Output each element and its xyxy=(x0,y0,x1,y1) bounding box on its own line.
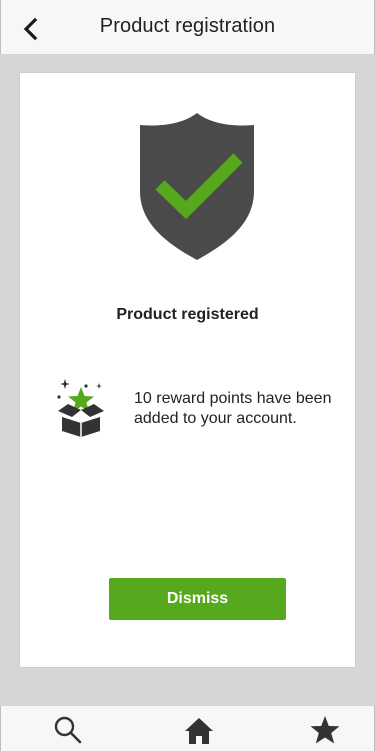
gift-box-star-icon xyxy=(57,379,104,437)
star-icon xyxy=(310,716,340,744)
confirmation-card: Product registered 10 reward points have… xyxy=(19,72,356,668)
tab-home[interactable] xyxy=(182,714,216,746)
reward-message: 10 reward points have been added to your… xyxy=(134,390,332,427)
header-bar: Product registration xyxy=(0,0,375,54)
home-icon xyxy=(185,718,213,744)
page-title: Product registration xyxy=(99,15,276,37)
bottom-tab-bar xyxy=(0,706,375,751)
dismiss-button[interactable]: Dismiss xyxy=(109,578,286,620)
tab-favorites[interactable] xyxy=(308,714,342,746)
search-icon xyxy=(54,716,82,744)
registration-heading: Product registered xyxy=(116,306,259,323)
tab-search[interactable] xyxy=(51,714,85,746)
shield-check-icon xyxy=(140,113,254,260)
